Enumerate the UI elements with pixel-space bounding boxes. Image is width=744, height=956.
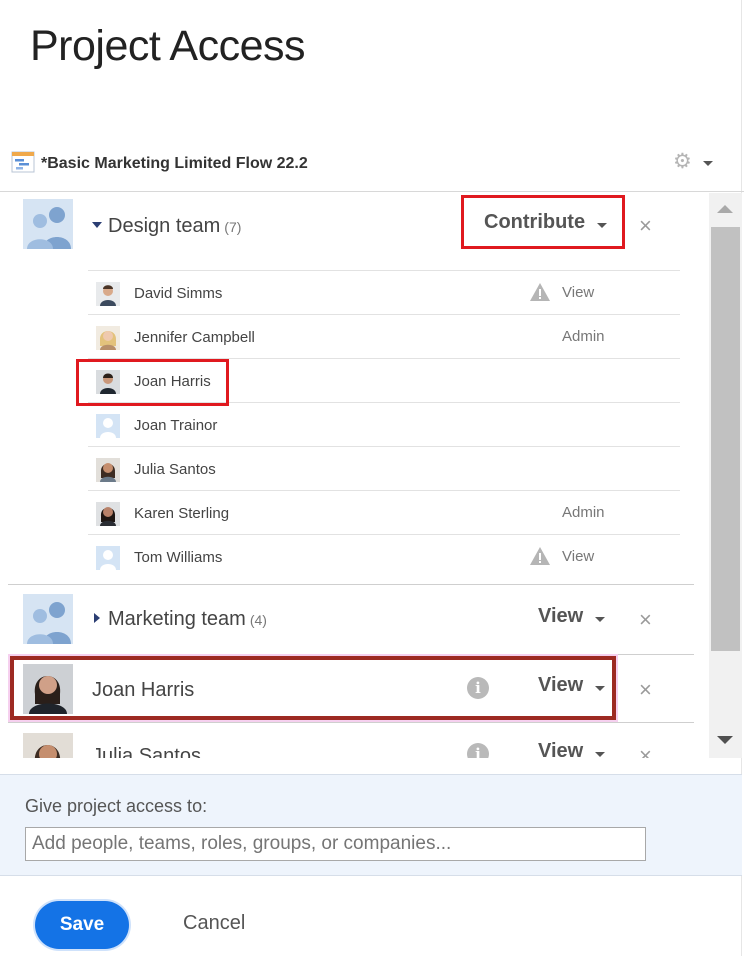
- chevron-down-icon: [595, 752, 606, 758]
- member-name: David Simms: [134, 285, 223, 302]
- avatar: [96, 458, 120, 482]
- give-access-input[interactable]: [25, 827, 646, 861]
- permission-dropdown-julia-santos[interactable]: View: [538, 740, 606, 758]
- gear-icon: ⚙: [673, 150, 692, 173]
- list-item: Jennifer Campbell Admin: [88, 314, 680, 358]
- avatar-placeholder: [96, 546, 120, 570]
- avatar-placeholder: [96, 414, 120, 438]
- save-button[interactable]: Save: [35, 901, 129, 949]
- group-row-marketing-team: Marketing team (4) View ×: [8, 585, 694, 655]
- caret-down-icon: [92, 221, 102, 228]
- person-row-julia-santos: Julia Santos i View ×: [8, 723, 694, 758]
- remove-button[interactable]: ×: [639, 609, 652, 631]
- scroll-down-arrow-icon[interactable]: [717, 736, 733, 744]
- team-avatar-icon: [23, 199, 73, 249]
- group-name-label: Design team: [108, 215, 221, 237]
- highlight-box-contribute: [461, 195, 625, 249]
- list-item: David Simms View: [88, 270, 680, 314]
- cancel-button[interactable]: Cancel: [183, 912, 245, 935]
- scrollbar[interactable]: [709, 193, 742, 758]
- project-settings-menu[interactable]: ⚙: [673, 151, 717, 175]
- avatar: [23, 733, 73, 758]
- list-item: Julia Santos: [88, 446, 680, 490]
- avatar: [96, 502, 120, 526]
- scrollbar-thumb[interactable]: [711, 227, 740, 651]
- list-item: Tom Williams View: [88, 534, 680, 578]
- person-name: Julia Santos: [92, 745, 201, 758]
- scroll-up-arrow-icon[interactable]: [717, 205, 733, 213]
- chevron-down-icon: [703, 161, 713, 166]
- project-gantt-icon: [11, 151, 35, 173]
- access-list: Design team (7) Contribute × David Simms …: [0, 193, 708, 758]
- list-item: Joan Trainor: [88, 402, 680, 446]
- member-name: Tom Williams: [134, 549, 223, 566]
- group-name-design-team[interactable]: Design team (7): [92, 215, 241, 238]
- member-access: Admin: [562, 504, 605, 521]
- project-name: *Basic Marketing Limited Flow 22.2: [41, 155, 308, 172]
- member-name: Julia Santos: [134, 461, 216, 478]
- warning-icon: [530, 547, 550, 565]
- member-access: View: [562, 548, 595, 565]
- member-name: Karen Sterling: [134, 505, 230, 522]
- remove-button[interactable]: ×: [639, 215, 652, 237]
- list-item: Karen Sterling Admin: [88, 490, 680, 534]
- group-name-marketing-team[interactable]: Marketing team (4): [94, 608, 267, 631]
- remove-button[interactable]: ×: [639, 679, 652, 701]
- avatar: [96, 326, 120, 350]
- member-name: Joan Trainor: [134, 417, 218, 434]
- member-access: Admin: [562, 328, 605, 345]
- highlight-box-joan-harris-member: [76, 359, 229, 406]
- warning-icon: [530, 283, 550, 301]
- highlight-box-joan-harris-row: [10, 656, 616, 720]
- avatar: [96, 282, 120, 306]
- chevron-down-icon: [595, 617, 606, 623]
- remove-button[interactable]: ×: [639, 745, 652, 759]
- member-name: Jennifer Campbell: [134, 329, 255, 346]
- group-member-count: (7): [224, 219, 242, 235]
- info-icon[interactable]: i: [467, 743, 489, 758]
- page-title: Project Access: [30, 22, 306, 70]
- group-member-count: (4): [249, 612, 267, 628]
- member-access: View: [562, 284, 595, 301]
- permission-label: View: [538, 605, 584, 627]
- project-header: *Basic Marketing Limited Flow 22.2 ⚙: [0, 140, 744, 192]
- give-access-label: Give project access to:: [25, 796, 208, 816]
- permission-dropdown-marketing-team[interactable]: View: [538, 605, 606, 628]
- caret-right-icon: [94, 612, 100, 623]
- give-access-panel: Give project access to:: [0, 774, 742, 876]
- group-name-label: Marketing team: [108, 608, 246, 630]
- permission-label: View: [538, 740, 584, 758]
- team-avatar-icon: [23, 594, 73, 644]
